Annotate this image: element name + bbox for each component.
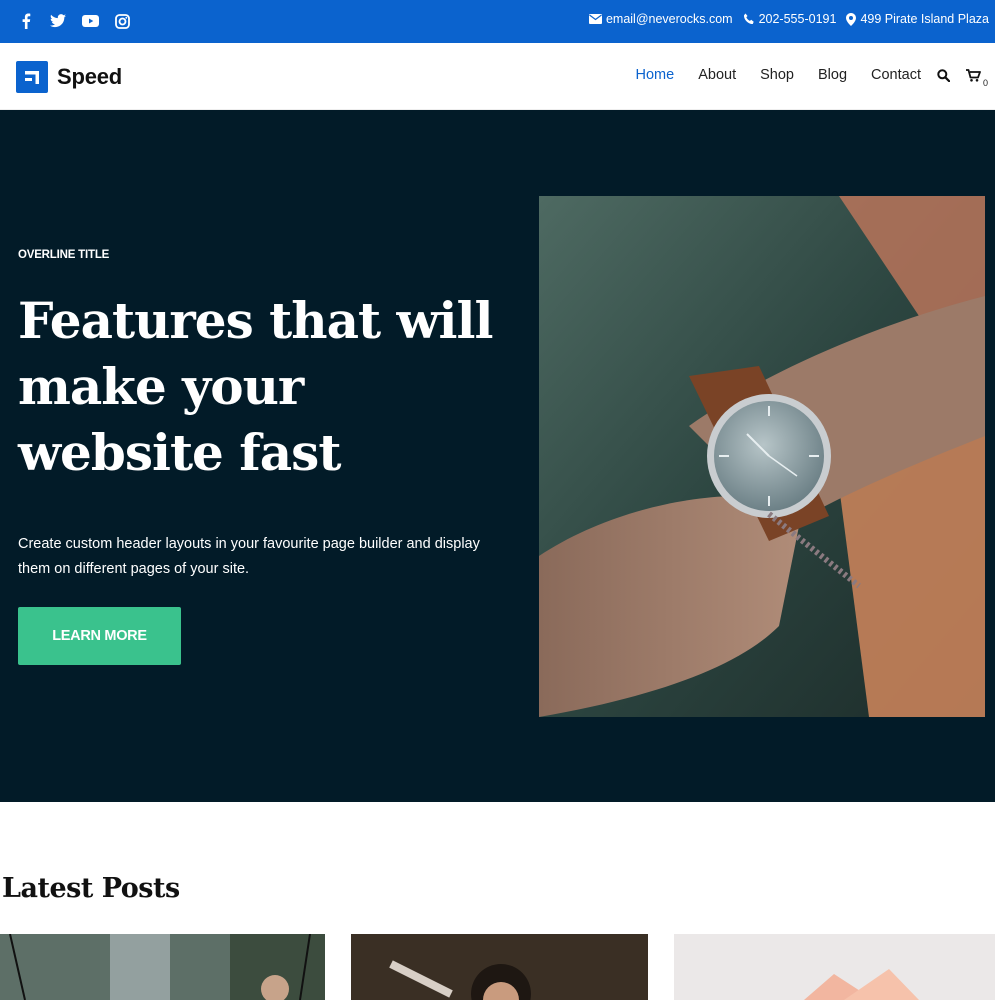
brand-name: Speed	[57, 64, 123, 89]
nav-home[interactable]: Home	[636, 67, 675, 83]
top-bar: email@neverocks.com 202-555-0191 499 Pir…	[0, 0, 995, 43]
search-icon[interactable]	[937, 68, 950, 82]
logo-icon	[16, 61, 48, 93]
nav-shop[interactable]: Shop	[760, 67, 794, 83]
nav-contact[interactable]: Contact	[871, 67, 921, 83]
phone-text: 202-555-0191	[758, 12, 837, 26]
learn-more-button[interactable]: LEARN MORE	[18, 607, 181, 665]
email-text: email@neverocks.com	[605, 12, 733, 26]
post-card-1-image[interactable]	[0, 934, 325, 1000]
hero-section: OVERLINE TITLE Features that will make y…	[0, 110, 995, 802]
address-text: 499 Pirate Island Plaza	[860, 12, 989, 26]
twitter-icon[interactable]	[48, 11, 68, 31]
nav-about[interactable]: About	[698, 67, 736, 83]
site-header: Speed Home About Shop Blog Contact 0	[0, 43, 995, 110]
instagram-icon[interactable]	[112, 11, 132, 31]
social-links	[16, 11, 144, 31]
post-card-3-image[interactable]	[674, 934, 995, 1000]
contact-info: email@neverocks.com 202-555-0191 499 Pir…	[579, 12, 989, 26]
cart-icon[interactable]: 0	[966, 68, 988, 88]
brand-logo[interactable]: Speed	[16, 61, 122, 93]
hero-subtext: Create custom header layouts in your fav…	[18, 536, 480, 577]
envelope-icon	[588, 14, 602, 24]
phone-contact[interactable]: 202-555-0191	[743, 12, 837, 26]
latest-posts-heading: Latest Posts	[2, 873, 180, 904]
nav-blog[interactable]: Blog	[818, 67, 847, 83]
hero-watch-image	[539, 196, 985, 717]
hero-headline: Features that will make your website fas…	[18, 291, 494, 482]
facebook-icon[interactable]	[16, 11, 36, 31]
cart-count: 0	[982, 77, 988, 88]
main-nav: Home About Shop Blog Contact 0	[612, 67, 988, 88]
address-contact[interactable]: 499 Pirate Island Plaza	[846, 12, 989, 26]
overline-title: OVERLINE TITLE	[18, 249, 110, 261]
map-pin-icon	[846, 12, 857, 26]
phone-icon	[743, 13, 754, 25]
post-card-2-image[interactable]	[351, 934, 648, 1000]
email-contact[interactable]: email@neverocks.com	[588, 12, 733, 26]
youtube-icon[interactable]	[80, 11, 100, 31]
